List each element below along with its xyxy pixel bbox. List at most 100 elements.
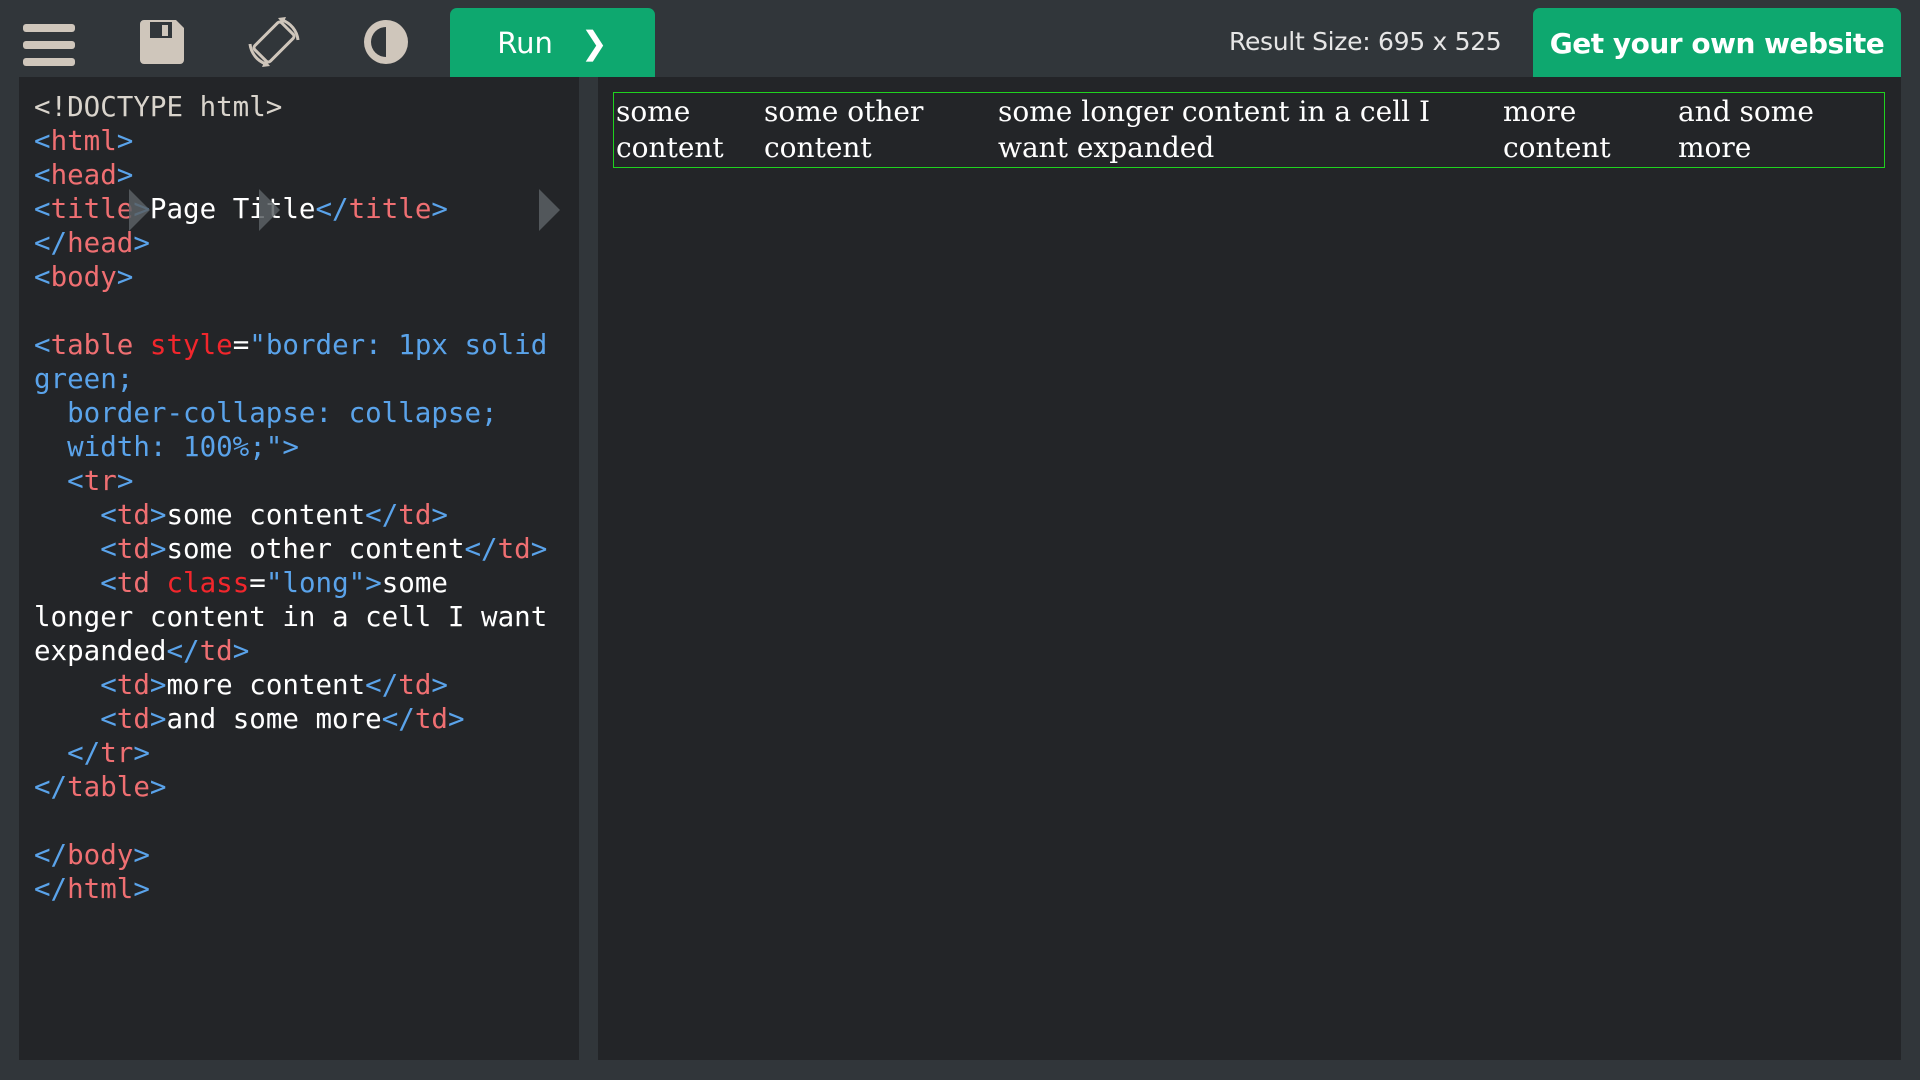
code-line: </table>: [34, 770, 547, 804]
code-token-tag: head: [67, 227, 134, 259]
code-token-br: >: [149, 533, 167, 565]
code-token-val: "border: 1px solid: [249, 329, 548, 361]
code-token-br: >: [116, 261, 134, 293]
code-token-val: "long": [265, 567, 366, 599]
code-token-plain: some: [381, 567, 448, 599]
result-size-readout: Result Size: 695 x 525: [1229, 27, 1502, 56]
code-token-plain: some content: [166, 499, 366, 531]
table-cell: some other content: [764, 95, 924, 164]
code-token-plain: expanded: [34, 635, 167, 667]
code-token-br: >: [149, 669, 167, 701]
code-token-tag: tr: [83, 465, 117, 497]
table-cell: and some more: [1678, 95, 1814, 164]
code-token-tag: td: [497, 533, 531, 565]
code-line: <td class="long">some: [34, 566, 547, 600]
code-token-br: >: [116, 159, 134, 191]
contrast-icon: [364, 20, 408, 64]
fold-marker-icon: [259, 189, 280, 231]
theme-toggle-button[interactable]: [358, 14, 414, 70]
code-content[interactable]: <!DOCTYPE html> <html> <head> <title>Page T…: [34, 90, 547, 906]
code-token-br: >: [232, 635, 250, 667]
code-token-br: >: [447, 703, 465, 735]
code-token-plain: longer content in a cell I want: [34, 601, 548, 633]
code-token-tag: td: [199, 635, 233, 667]
code-token-br: </: [34, 839, 68, 871]
code-token-tag: html: [50, 125, 117, 157]
code-token-br: <: [100, 499, 117, 531]
code-token-br: <: [34, 125, 51, 157]
code-token-br: <: [34, 193, 51, 225]
code-token-plain: and some more: [166, 703, 382, 735]
code-token-val: green;: [34, 363, 134, 395]
menu-icon: [23, 24, 75, 66]
code-token-tag: table: [50, 329, 134, 361]
rotate-icon: [248, 17, 300, 67]
chevron-right-icon: ❯: [580, 24, 608, 62]
code-token-tag: body: [67, 839, 134, 871]
fold-marker-icon: [129, 189, 150, 231]
code-token-tag: body: [50, 261, 117, 293]
code-token-br: </: [34, 873, 68, 905]
code-token-plain: =: [232, 329, 250, 361]
code-token-br: >: [431, 193, 448, 225]
code-line: <head>: [34, 158, 547, 192]
code-token-tag: html: [67, 873, 134, 905]
code-token-tag: head: [50, 159, 117, 191]
save-icon: [140, 20, 184, 64]
code-token-br: <: [100, 703, 117, 735]
code-token-br: >: [133, 873, 150, 905]
code-token-tag: tr: [100, 737, 134, 769]
fold-marker-icon: [539, 189, 560, 231]
code-token-plain: some other content: [166, 533, 465, 565]
table-cell: some content: [616, 95, 724, 164]
code-token-br: </: [34, 771, 68, 803]
code-token-br: <: [67, 465, 84, 497]
run-button[interactable]: Run ❯: [450, 8, 655, 78]
code-editor[interactable]: <!DOCTYPE html> <html> <head> <title>Page T…: [19, 77, 579, 1060]
code-token-br: </: [34, 227, 68, 259]
table-cell: more content: [1503, 95, 1611, 164]
code-token-br: </: [365, 499, 399, 531]
code-line: width: 100%;">: [34, 430, 547, 464]
code-line: expanded</td>: [34, 634, 547, 668]
save-button[interactable]: [134, 14, 190, 70]
code-token-tag: td: [116, 567, 150, 599]
code-line: <td>and some more</td>: [34, 702, 547, 736]
result-panel: some content some other content some longe…: [598, 77, 1901, 1060]
code-line: </tr>: [34, 736, 547, 770]
code-token-val: width: 100%;": [34, 431, 283, 463]
code-token-doc: <!DOCTYPE html>: [34, 91, 283, 123]
code-token-br: >: [282, 431, 299, 463]
code-token-br: >: [116, 125, 134, 157]
code-token-br: >: [431, 669, 448, 701]
code-token-br: <: [100, 567, 117, 599]
rotate-button[interactable]: [246, 14, 302, 70]
run-label: Run: [497, 26, 553, 60]
get-own-website-button[interactable]: Get your own website: [1533, 8, 1901, 78]
code-line: green;: [34, 362, 547, 396]
code-token-br: </: [381, 703, 415, 735]
code-token-br: <: [34, 261, 51, 293]
code-line: border-collapse: collapse;: [34, 396, 547, 430]
menu-button[interactable]: [20, 14, 76, 70]
code-line: <td>more content</td>: [34, 668, 547, 702]
panel-resize-handle[interactable]: [579, 77, 598, 1060]
code-line: </body>: [34, 838, 547, 872]
code-token-tag: title: [50, 193, 134, 225]
code-token-br: </: [315, 193, 349, 225]
code-token-br: >: [149, 771, 167, 803]
code-line: <td>some content</td>: [34, 498, 547, 532]
code-token-br: >: [149, 499, 167, 531]
code-token-attr: class: [166, 567, 250, 599]
code-token-br: >: [530, 533, 548, 565]
code-token-tag: table: [67, 771, 150, 803]
code-token-br: </: [365, 669, 399, 701]
code-token-tag: td: [398, 669, 432, 701]
code-token-br: >: [133, 227, 150, 259]
